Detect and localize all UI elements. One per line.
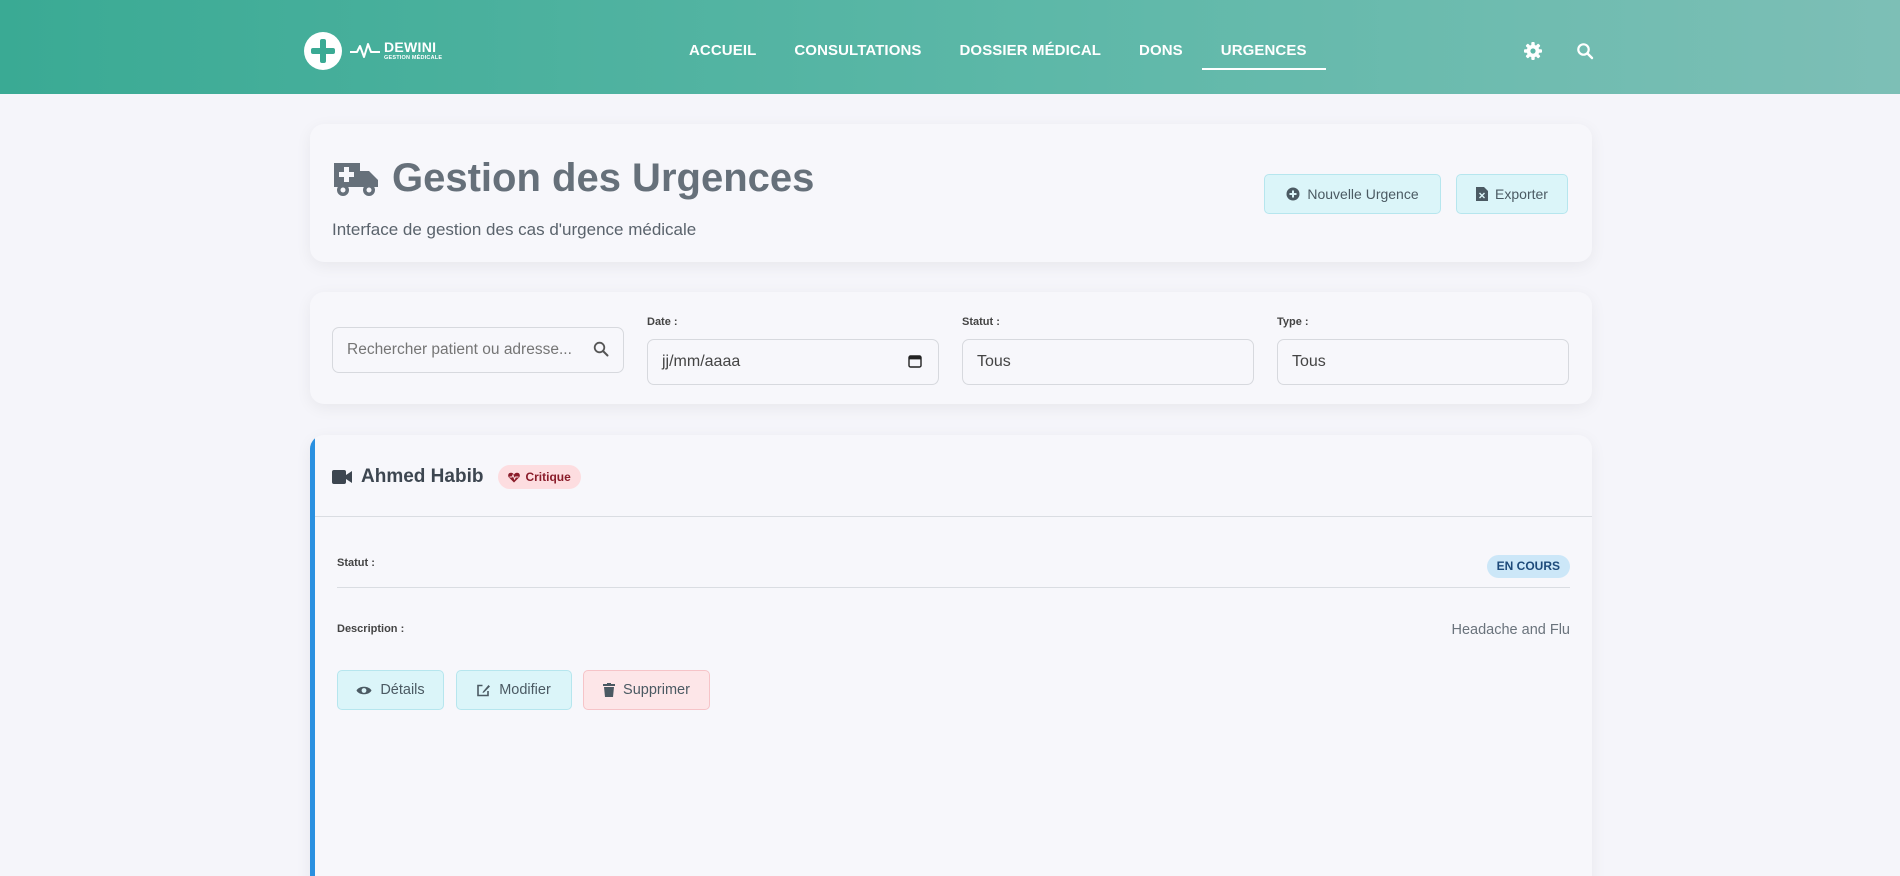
date-filter-input[interactable]: jj/mm/aaaa — [647, 339, 939, 385]
details-button[interactable]: Détails — [337, 670, 444, 710]
nav-consultations[interactable]: CONSULTATIONS — [775, 0, 940, 71]
case-description-value: Headache and Flu — [1451, 622, 1571, 638]
video-camera-icon — [332, 470, 352, 484]
brand-tagline: GESTION MÉDICALE — [384, 55, 443, 62]
filters-card: Date : jj/mm/aaaa Statut : Tous Type : T… — [310, 292, 1592, 404]
search-icon[interactable] — [1575, 41, 1595, 61]
case-description-label: Description : — [337, 623, 405, 635]
delete-label: Supprimer — [623, 682, 690, 698]
nav-dossier-medical[interactable]: DOSSIER MÉDICAL — [941, 0, 1121, 71]
gear-icon[interactable] — [1523, 41, 1543, 61]
main-nav: ACCUEIL CONSULTATIONS DOSSIER MÉDICAL DO… — [670, 0, 1326, 94]
case-status-label: Statut : — [337, 557, 375, 569]
details-label: Détails — [380, 682, 425, 698]
nav-dons[interactable]: DONS — [1120, 0, 1202, 71]
new-emergency-button[interactable]: Nouvelle Urgence — [1264, 174, 1441, 214]
case-divider — [315, 516, 1592, 517]
date-filter-label: Date : — [647, 316, 678, 328]
page-title: Gestion des Urgences — [392, 156, 815, 200]
export-button[interactable]: Exporter — [1456, 174, 1568, 214]
nav-urgences[interactable]: URGENCES — [1201, 0, 1326, 71]
delete-button[interactable]: Supprimer — [583, 670, 710, 710]
status-filter-label: Statut : — [962, 316, 1000, 328]
edit-label: Modifier — [499, 682, 551, 698]
status-filter-select[interactable]: Tous — [962, 339, 1254, 385]
case-accent-bar — [310, 435, 315, 876]
trash-icon — [603, 683, 616, 697]
file-excel-icon — [1476, 187, 1489, 201]
severity-label: Critique — [525, 470, 571, 484]
edit-icon — [477, 684, 491, 697]
emergency-case-card: Ahmed Habib Critique Statut : EN COURS D… — [310, 435, 1592, 876]
ambulance-icon — [334, 162, 378, 196]
page-subtitle: Interface de gestion des cas d'urgence m… — [332, 220, 697, 239]
date-filter-value: jj/mm/aaaa — [662, 353, 741, 370]
status-badge: EN COURS — [1486, 555, 1570, 578]
plus-circle-icon — [1286, 187, 1300, 201]
brand-logo[interactable]: DEWINI GESTION MÉDICALE — [304, 32, 442, 70]
severity-badge: Critique — [498, 465, 581, 489]
patient-name: Ahmed Habib — [361, 466, 484, 487]
row-divider — [337, 587, 1570, 588]
medical-cross-icon — [304, 32, 342, 70]
brand-name: DEWINI — [384, 39, 437, 56]
search-field — [332, 327, 624, 373]
heartbeat-icon — [350, 43, 380, 58]
type-filter-label: Type : — [1277, 316, 1309, 328]
eye-icon — [356, 686, 372, 694]
type-filter-select[interactable]: Tous — [1277, 339, 1569, 385]
search-icon[interactable] — [593, 341, 609, 357]
new-emergency-label: Nouvelle Urgence — [1307, 186, 1419, 202]
search-input[interactable] — [333, 328, 583, 372]
calendar-icon[interactable] — [908, 354, 922, 368]
top-navbar: DEWINI GESTION MÉDICALE ACCUEIL CONSULTA… — [0, 0, 1900, 94]
export-label: Exporter — [1495, 186, 1548, 202]
edit-button[interactable]: Modifier — [456, 670, 572, 710]
heart-pulse-icon — [508, 472, 521, 482]
page-header-card: Gestion des Urgences Interface de gestio… — [310, 124, 1592, 262]
nav-accueil[interactable]: ACCUEIL — [670, 0, 775, 71]
